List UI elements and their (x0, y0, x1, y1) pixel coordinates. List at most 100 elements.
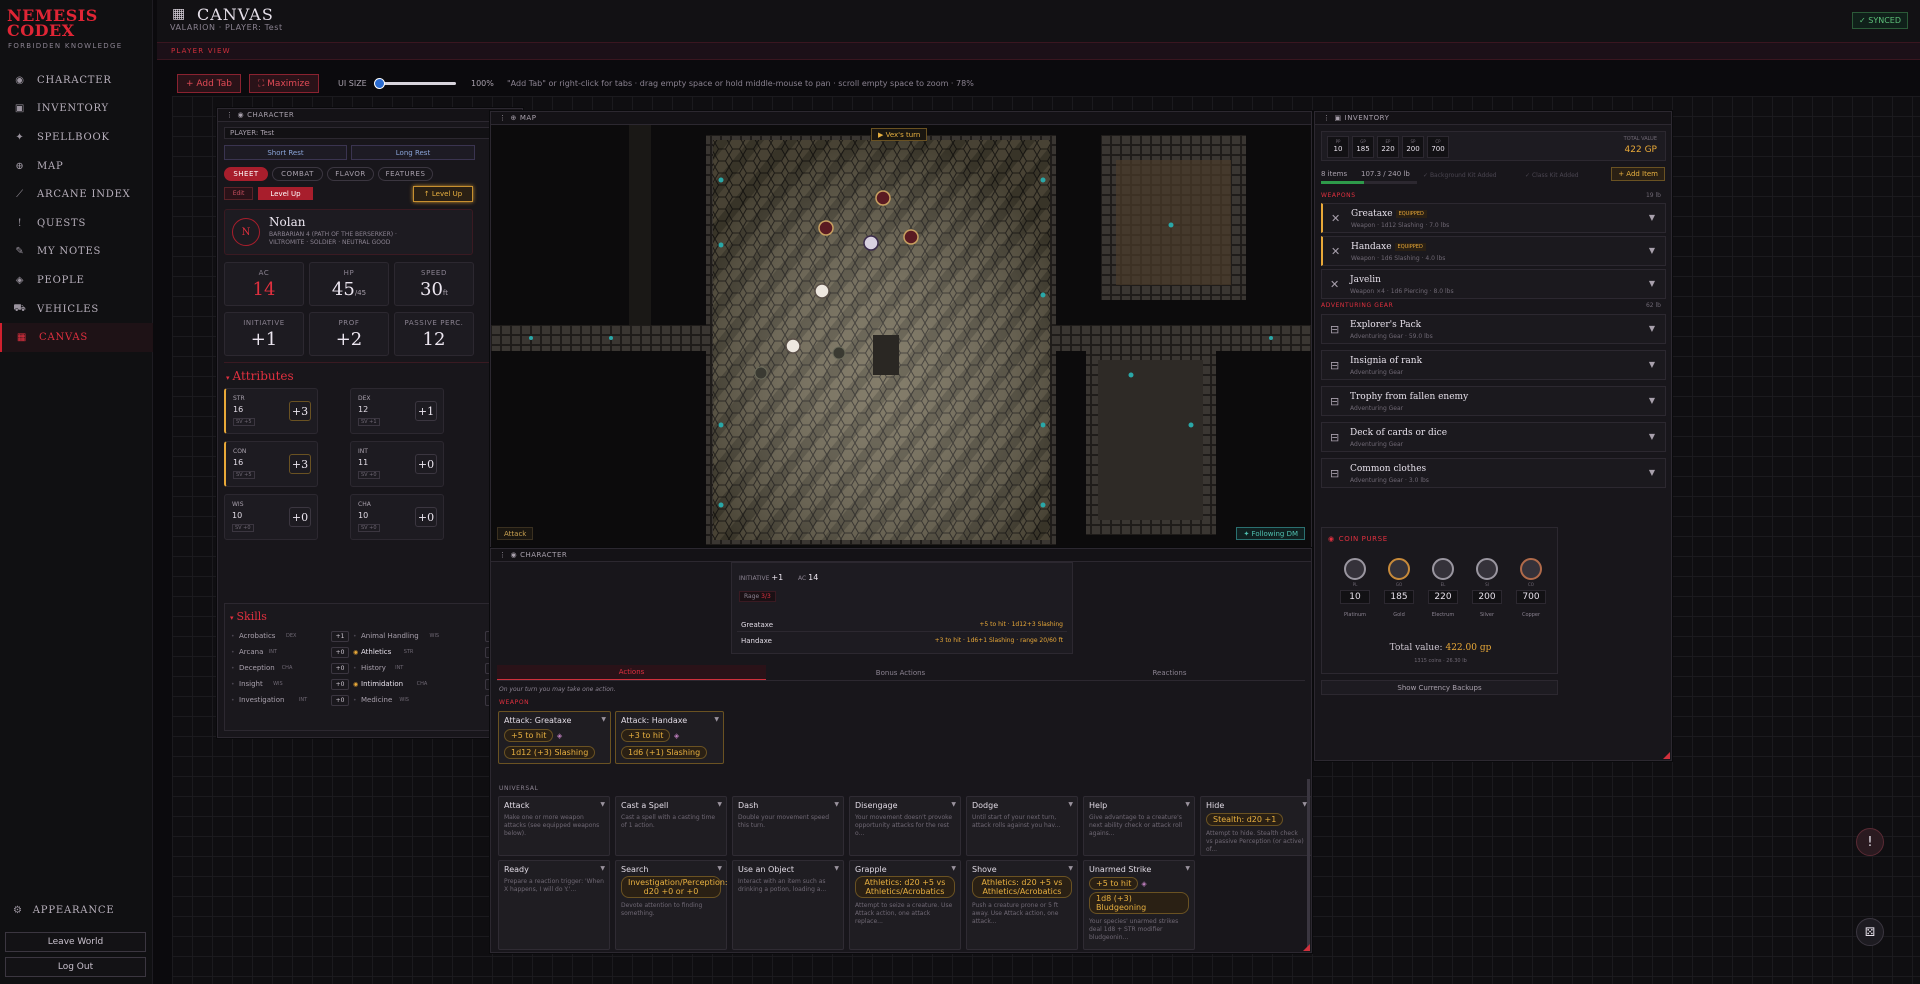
following-dm-badge[interactable]: ✦ Following DM (1236, 527, 1305, 540)
inventory-item[interactable]: ⊟ Trophy from fallen enemy Adventuring Gea… (1321, 386, 1666, 416)
damage-chip[interactable]: 1d6 (+1) Slashing (621, 746, 708, 759)
coin-amount-input[interactable]: 700 (1516, 590, 1546, 604)
resize-handle[interactable] (1303, 944, 1310, 951)
inventory-panel-header[interactable]: ⋮ ▣ INVENTORY (1315, 112, 1671, 125)
character-panel-header[interactable]: ⋮ ◉ CHARACTER (218, 109, 522, 122)
to-hit-chip[interactable]: +3 to hit (621, 729, 671, 742)
inventory-item[interactable]: ✕ Javelin Weapon ×4 · 1d6 Piercing · 8.0 l… (1321, 269, 1666, 299)
tab-flavor[interactable]: FLAVOR (327, 167, 374, 181)
skill-row[interactable]: • Deception CHA +0 (231, 663, 349, 675)
inventory-item[interactable]: ⊟ Explorer's Pack Adventuring Gear · 59.0 … (1321, 314, 1666, 344)
level-up-highlight-button[interactable]: ↑ Level Up (413, 186, 473, 202)
action-dash[interactable]: Dash ▼ Double your movement speed this tur… (732, 796, 844, 856)
ui-size-slider[interactable] (374, 78, 456, 89)
damage-chip[interactable]: 1d12 (+3) Slashing (504, 746, 596, 759)
attribute-str[interactable]: STR 16 SV +5 +3 (224, 388, 318, 434)
coin-amount-input[interactable]: 10 (1340, 590, 1370, 604)
action-grapple[interactable]: Grapple ▼ Athletics: d20 +5 vs Athletics/A… (849, 860, 961, 950)
action-use-an-object[interactable]: Use an Object ▼ Interact with an item such… (732, 860, 844, 950)
action-dodge[interactable]: Dodge ▼ Until start of your next turn, att… (966, 796, 1078, 856)
skill-row[interactable]: •MedicineWIS+0 (353, 695, 503, 707)
inventory-item[interactable]: ✕ Greataxe EQUIPPED Weapon · 1d12 Slashing … (1321, 203, 1666, 233)
inventory-item[interactable]: ✕ Handaxe EQUIPPED Weapon · 1d6 Slashing · … (1321, 236, 1666, 266)
sidebar-item-vehicles[interactable]: ⛟ VEHICLES (0, 295, 153, 324)
rage-counter[interactable]: Rage 3/3 (739, 591, 776, 602)
sidebar-item-map[interactable]: ⊕ MAP (0, 152, 153, 181)
coin-box-gp[interactable]: GP 185 (1352, 136, 1374, 158)
action-search[interactable]: Search ▼ Investigation/Perception: d20 +0 … (615, 860, 728, 950)
tab-actions[interactable]: Actions (497, 665, 766, 680)
skill-row[interactable]: • Investigation INT +0 (231, 695, 349, 707)
skill-row[interactable]: ◉AthleticsSTR+5 (353, 647, 503, 659)
attribute-int[interactable]: INT 11 SV +0 +0 (350, 441, 444, 487)
coin-amount-input[interactable]: 185 (1384, 590, 1414, 604)
skill-row[interactable]: •Animal HandlingWIS+0 (353, 631, 503, 643)
sidebar-item-appearance[interactable]: ⚙ APPEARANCE (13, 905, 114, 916)
action-unarmed-strike[interactable]: Unarmed Strike ▼ +5 to hit ◈ 1d8 (+3) Bludge… (1083, 860, 1195, 950)
coin-box-sp[interactable]: SP 200 (1402, 136, 1424, 158)
scrollbar[interactable] (1307, 779, 1310, 949)
skill-row[interactable]: ◉IntimidationCHA+2 (353, 679, 503, 691)
attack-button[interactable]: Attack (497, 527, 534, 540)
weapon-row[interactable]: Greataxe +5 to hit · 1d12+3 Slashing (737, 618, 1067, 632)
check-chip[interactable]: Athletics: d20 +5 vs Athletics/Acrobatic… (855, 876, 955, 898)
coin-box-ep[interactable]: EP 220 (1377, 136, 1399, 158)
sidebar-item-spellbook[interactable]: ✦ SPELLBOOK (0, 123, 153, 152)
stat-hp[interactable]: HP 45/45 (309, 262, 389, 306)
action-help[interactable]: Help ▼ Give advantage to a creature's next… (1083, 796, 1195, 856)
inventory-item[interactable]: ⊟ Insignia of rank Adventuring Gear ▼ (1321, 350, 1666, 380)
action-attack-greataxe[interactable]: Attack: Greataxe ▼ +5 to hit ◈ 1d12 (+3) … (498, 711, 611, 764)
skill-row[interactable]: •HistoryINT+0 (353, 663, 503, 675)
to-hit-chip[interactable]: +5 to hit (1089, 877, 1139, 890)
action-disengage[interactable]: Disengage ▼ Your movement doesn't provoke … (849, 796, 961, 856)
slider-knob[interactable] (374, 78, 385, 89)
coin-box-pp[interactable]: PP 10 (1327, 136, 1349, 158)
inventory-item[interactable]: ⊟ Deck of cards or dice Adventuring Gear ▼ (1321, 422, 1666, 452)
edit-button[interactable]: Edit (224, 187, 253, 200)
coin-amount-input[interactable]: 200 (1472, 590, 1502, 604)
sidebar-item-canvas[interactable]: ▦ CANVAS (0, 323, 153, 352)
check-chip[interactable]: Stealth: d20 +1 (1206, 813, 1284, 826)
inventory-item[interactable]: ⊟ Common clothes Adventuring Gear · 3.0 lb… (1321, 458, 1666, 488)
attribute-con[interactable]: CON 16 SV +5 +3 (224, 441, 318, 487)
combat-panel-header[interactable]: ⋮ ◉ CHARACTER (491, 549, 1311, 562)
level-up-button[interactable]: Level Up (258, 187, 313, 200)
skill-row[interactable]: • Arcana INT +0 (231, 647, 349, 659)
map-panel-header[interactable]: ⋮ ⊕ MAP (491, 112, 1311, 125)
canvas-area[interactable]: ⋮ ◉ CHARACTER PLAYER: Test Short Rest Long… (172, 96, 1920, 984)
dice-roller-icon[interactable]: ⚄ (1856, 918, 1884, 946)
leave-world-button[interactable]: Leave World (5, 932, 146, 952)
attribute-cha[interactable]: CHA 10 SV +0 +0 (350, 494, 444, 540)
short-rest-button[interactable]: Short Rest (224, 145, 347, 160)
skill-row[interactable]: • Insight WIS +0 (231, 679, 349, 691)
damage-chip[interactable]: 1d8 (+3) Bludgeoning (1089, 892, 1189, 914)
skills-title[interactable]: ▾ Skills (230, 610, 267, 623)
attribute-wis[interactable]: WIS 10 SV +0 +0 (224, 494, 318, 540)
tab-sheet[interactable]: SHEET (224, 167, 268, 181)
tab-reactions[interactable]: Reactions (1035, 665, 1304, 680)
sidebar-item-character[interactable]: ◉ CHARACTER (0, 66, 153, 95)
tab-bonus-actions[interactable]: Bonus Actions (766, 665, 1035, 680)
attribute-dex[interactable]: DEX 12 SV +1 +1 (350, 388, 444, 434)
skill-row[interactable]: • Acrobatics DEX +1 (231, 631, 349, 643)
action-shove[interactable]: Shove ▼ Athletics: d20 +5 vs Athletics/Acr… (966, 860, 1078, 950)
weapon-row[interactable]: Handaxe +3 to hit · 1d6+1 Slashing · rang… (737, 634, 1067, 648)
alert-icon[interactable]: ! (1856, 828, 1884, 856)
sidebar-item-my-notes[interactable]: ✎ MY NOTES (0, 238, 153, 267)
long-rest-button[interactable]: Long Rest (351, 145, 475, 160)
add-item-button[interactable]: + Add Item (1611, 167, 1665, 181)
action-hide[interactable]: Hide ▼ Stealth: d20 +1 Attempt to hide. Ste… (1200, 796, 1311, 856)
sidebar-item-quests[interactable]: ! QUESTS (0, 209, 153, 238)
action-attack-handaxe[interactable]: Attack: Handaxe ▼ +3 to hit ◈ 1d6 (+1) Sl… (615, 711, 724, 764)
to-hit-chip[interactable]: +5 to hit (504, 729, 554, 742)
coin-amount-input[interactable]: 220 (1428, 590, 1458, 604)
action-attack[interactable]: Attack ▼ Make one or more weapon attacks (… (498, 796, 610, 856)
show-currency-backups-button[interactable]: Show Currency Backups (1321, 680, 1558, 695)
check-chip[interactable]: Investigation/Perception: d20 +0 or +0 (621, 876, 728, 898)
coin-box-cp[interactable]: CP 700 (1427, 136, 1449, 158)
sidebar-item-inventory[interactable]: ▣ INVENTORY (0, 95, 153, 124)
resize-handle[interactable] (1663, 752, 1670, 759)
logout-button[interactable]: Log Out (5, 957, 146, 977)
maximize-button[interactable]: ⛶ Maximize (249, 74, 319, 93)
attributes-title[interactable]: ▾ Attributes (226, 369, 294, 383)
